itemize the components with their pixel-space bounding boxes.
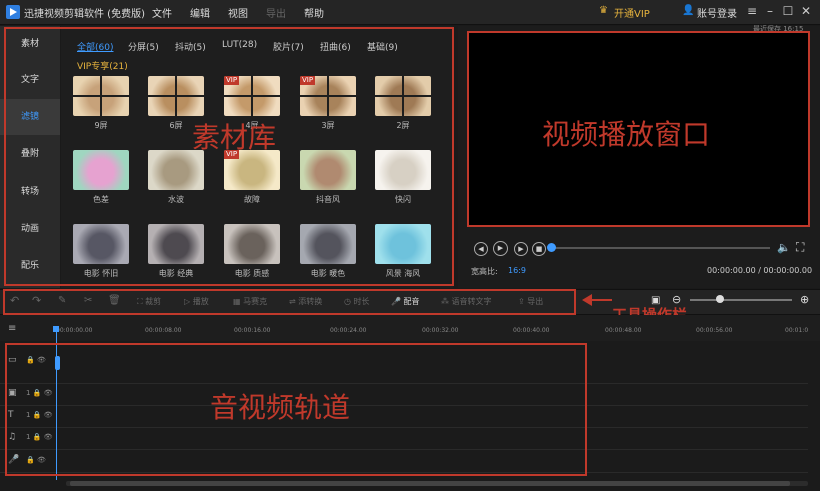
ruler-tick: 00:00:16.00 [234,327,271,334]
ruler-tick: 00:00:56.00 [696,327,733,334]
crown-icon: ♛ [599,5,608,16]
annotation-box-toolbar [3,289,576,315]
app-title: 迅捷视频剪辑软件 (免费版) [24,9,145,20]
aspect-ratio-label: 宽高比: [471,267,498,276]
timeline-ruler[interactable]: ≡ 00:00:00.00 00:00:08.00 00:00:16.00 00… [0,315,820,341]
vip-button[interactable]: 开通VIP [614,5,650,20]
zoom-slider-knob[interactable] [716,295,724,303]
ruler-tick: 00:00:24.00 [330,327,367,334]
volume-icon[interactable]: 🔈 [777,241,791,254]
playback-progress-bar[interactable] [552,247,770,249]
menu-icon[interactable]: ≡ [744,3,760,19]
annotation-preview: 视频播放窗口 [542,118,711,151]
stop-icon[interactable]: ■ [532,242,546,256]
annotation-box-materials [4,27,454,286]
menu-export[interactable]: 导出 [266,5,286,20]
ruler-tick: 00:00:08.00 [145,327,182,334]
user-icon: 👤 [682,5,695,16]
ruler-tick: 00:00:00.00 [56,327,93,334]
time-display: 00:00:00.00 / 00:00:00.00 [707,266,813,275]
annotation-materials: 素材库 [192,121,277,154]
menu-edit[interactable]: 编辑 [190,5,210,20]
close-icon[interactable]: ✕ [798,3,814,19]
fullscreen-icon[interactable]: ⛶ [796,240,804,255]
minimize-icon[interactable]: – [762,3,778,19]
playback-progress-knob[interactable] [547,243,556,252]
ruler-tick: 00:01:0 [785,327,809,334]
title-bar: 迅捷视频剪辑软件 (免费版) 文件 编辑 视图 导出 帮助 ♛ 开通VIP 👤 … [0,0,820,25]
next-frame-icon[interactable]: ▶ [514,242,528,256]
ruler-tick: 00:00:32.00 [422,327,459,334]
zoom-in-icon[interactable]: ⊕ [800,293,809,306]
ruler-tick: 00:00:48.00 [605,327,642,334]
annotation-tracks: 音视频轨道 [210,391,351,424]
aspect-ratio-value[interactable]: 16:9 [508,266,526,275]
menu-view[interactable]: 视图 [228,5,248,20]
zoom-slider-track[interactable] [690,299,792,301]
prev-frame-icon[interactable]: ◀ [474,242,488,256]
app-logo-icon [6,5,20,19]
login-button[interactable]: 账号登录 [697,5,737,20]
menu-file[interactable]: 文件 [152,5,172,20]
menu-help[interactable]: 帮助 [304,5,324,20]
annotation-arrow-line [590,299,612,301]
ruler-tick: 00:00:40.00 [513,327,550,334]
timeline-scrollbar-thumb[interactable] [70,481,790,486]
maximize-icon[interactable]: ☐ [780,3,796,19]
play-icon[interactable]: ▶ [493,241,508,256]
track-settings-icon[interactable]: ≡ [8,323,16,334]
